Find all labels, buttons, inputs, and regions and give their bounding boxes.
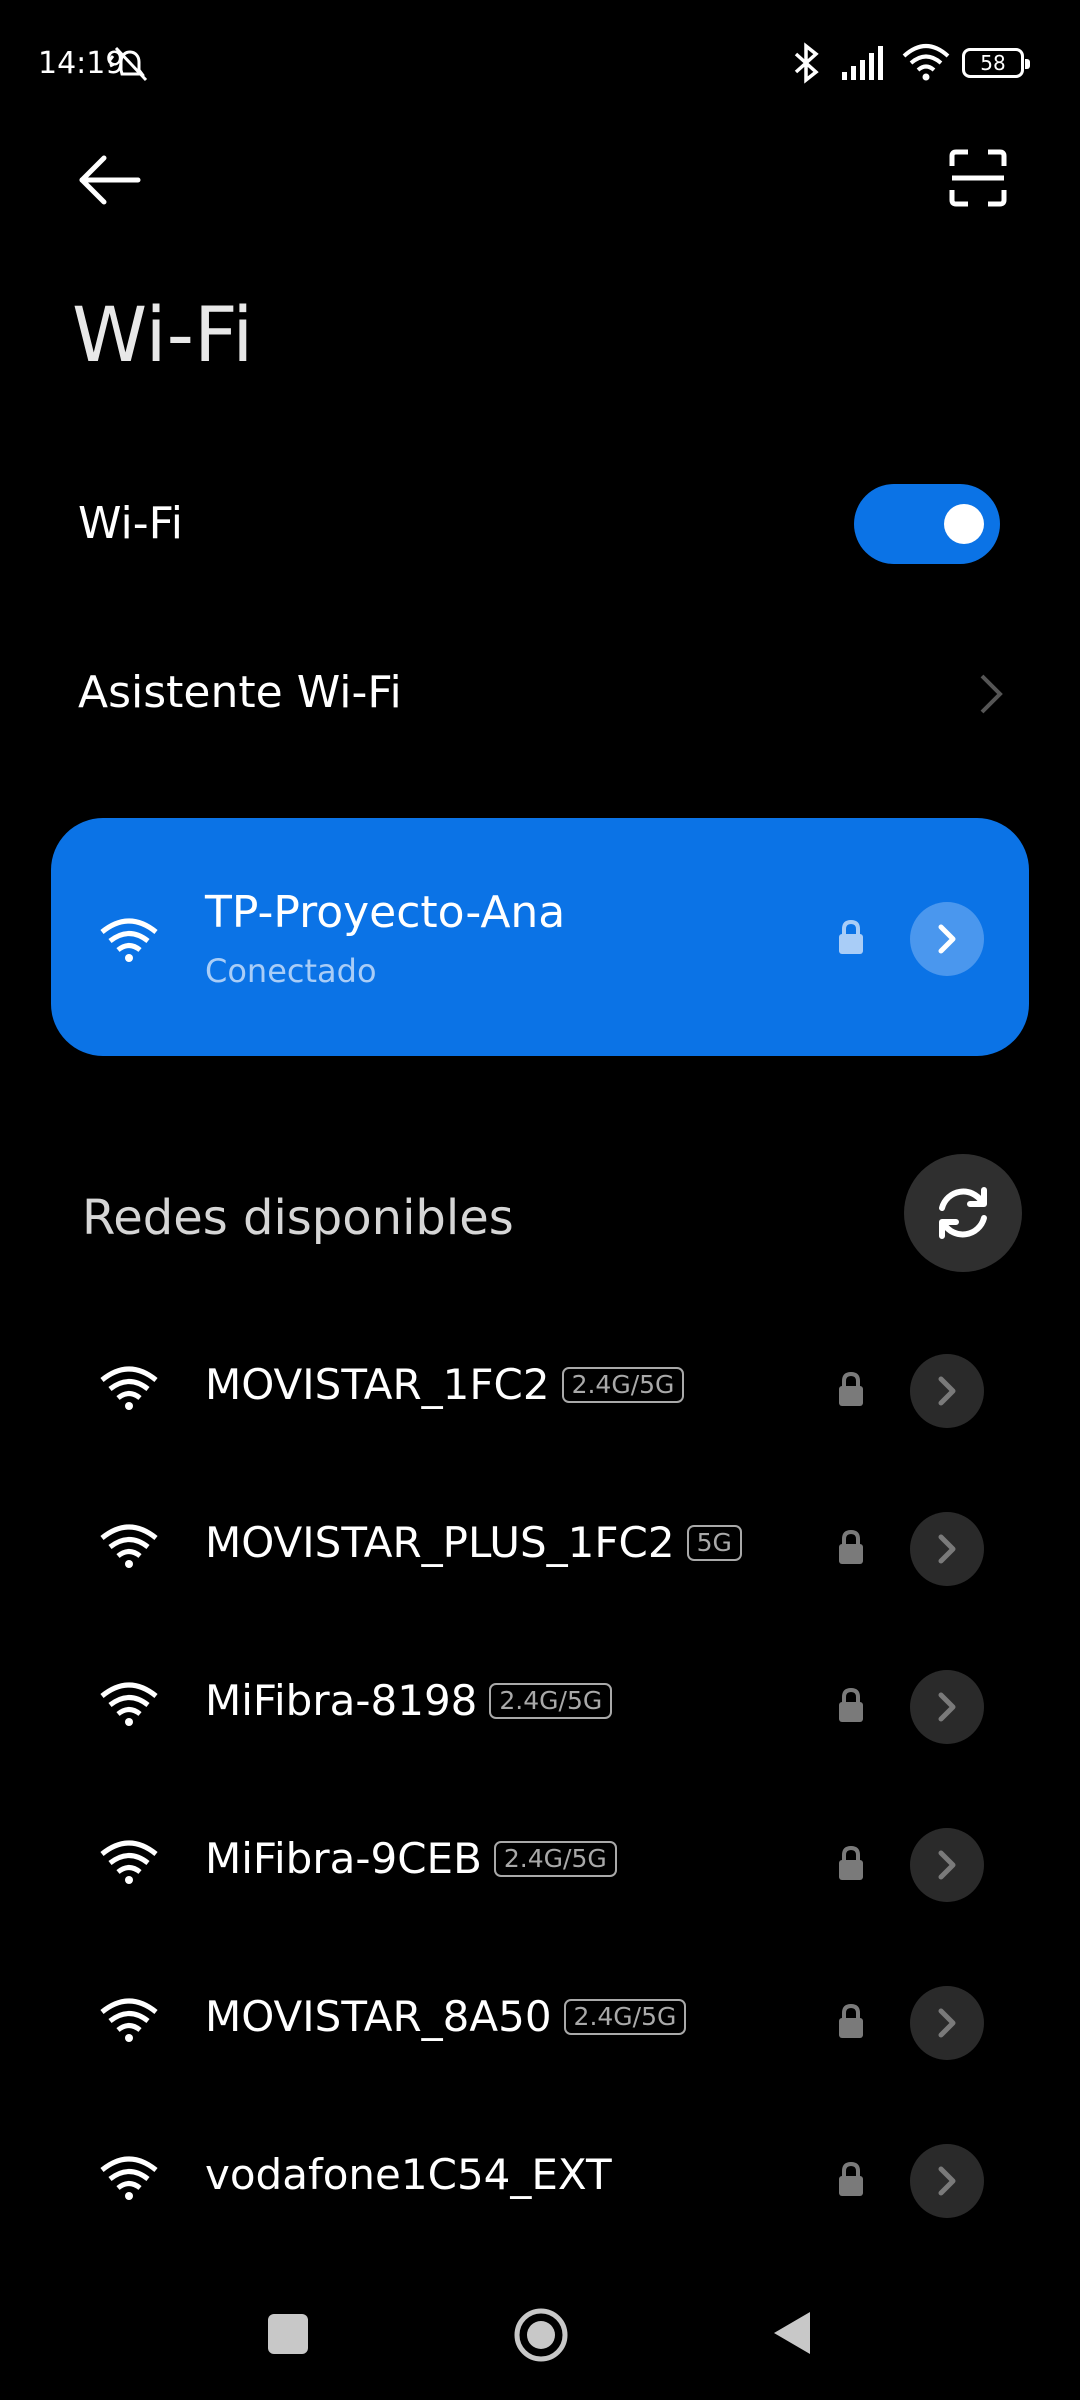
wifi-icon (100, 918, 158, 962)
network-row[interactable]: MOVISTAR_1FC2 2.4G/5G (0, 1330, 1080, 1450)
back-arrow-icon[interactable] (74, 150, 144, 210)
network-ssid: MOVISTAR_PLUS_1FC2 (205, 1518, 675, 1567)
lock-icon (836, 2160, 866, 2202)
network-row[interactable]: MOVISTAR_PLUS_1FC2 5G (0, 1488, 1080, 1608)
network-ssid: vodafone1C54_EXT (205, 2150, 612, 2199)
network-ssid: MiFibra-8198 (205, 1676, 478, 1725)
connected-network-status: Conectado (205, 952, 377, 990)
wifi-toggle-label: Wi-Fi (78, 498, 183, 549)
network-details-button[interactable] (910, 1828, 984, 1902)
band-badge: 2.4G/5G (493, 1840, 617, 1877)
battery-icon: 58 (962, 48, 1030, 78)
lock-icon (836, 1528, 866, 1570)
band-badge: 5G (686, 1524, 742, 1561)
network-row[interactable]: MiFibra-9CEB 2.4G/5G (0, 1804, 1080, 1924)
scan-icon[interactable] (948, 148, 1008, 208)
chevron-right-icon (938, 924, 956, 954)
nav-back-icon[interactable] (770, 2308, 814, 2358)
network-details-button[interactable] (910, 1354, 984, 1428)
nav-recents-icon[interactable] (268, 2314, 308, 2354)
network-name: MOVISTAR_8A50 2.4G/5G (205, 1992, 687, 2041)
band-badge: 2.4G/5G (563, 1998, 687, 2035)
network-details-button[interactable] (910, 1670, 984, 1744)
page-title: Wi-Fi (72, 290, 254, 379)
wifi-icon (98, 1996, 160, 2048)
lock-icon (836, 1686, 866, 1728)
wifi-icon (98, 1522, 160, 1574)
band-badge: 2.4G/5G (489, 1682, 613, 1719)
wifi-icon (98, 2154, 160, 2206)
connected-network-name: TP-Proyecto-Ana (205, 887, 566, 938)
wifi-icon (902, 44, 950, 81)
nav-home-icon[interactable] (512, 2306, 570, 2364)
network-name: vodafone1C54_EXT (205, 2150, 612, 2199)
network-details-button[interactable] (910, 1512, 984, 1586)
network-row[interactable]: vodafone1C54_EXT (0, 2120, 1080, 2240)
wifi-toggle[interactable] (854, 484, 1000, 564)
toggle-knob (944, 504, 984, 544)
network-name: MiFibra-9CEB 2.4G/5G (205, 1834, 617, 1883)
refresh-button[interactable] (904, 1154, 1022, 1272)
lock-icon (836, 2002, 866, 2044)
network-ssid: MOVISTAR_1FC2 (205, 1360, 550, 1409)
network-row[interactable]: MiFibra-8198 2.4G/5G (0, 1646, 1080, 1766)
available-networks-title: Redes disponibles (82, 1190, 514, 1246)
wifi-icon (98, 1838, 160, 1890)
lock-icon (839, 919, 863, 954)
network-details-button[interactable] (910, 1986, 984, 2060)
wifi-icon (98, 1364, 160, 1416)
network-ssid: MiFibra-9CEB (205, 1834, 482, 1883)
network-details-button[interactable] (910, 902, 984, 976)
bluetooth-icon (794, 42, 819, 84)
network-name: MiFibra-8198 2.4G/5G (205, 1676, 613, 1725)
network-name: MOVISTAR_PLUS_1FC2 5G (205, 1518, 742, 1567)
wifi-icon (98, 1680, 160, 1732)
mute-icon (108, 46, 148, 82)
network-details-button[interactable] (910, 2144, 984, 2218)
network-row[interactable]: MOVISTAR_8A50 2.4G/5G (0, 1962, 1080, 2082)
wifi-assistant-item[interactable]: Asistente Wi-Fi (78, 667, 402, 718)
network-name: MOVISTAR_1FC2 2.4G/5G (205, 1360, 685, 1409)
band-badge: 2.4G/5G (561, 1366, 685, 1403)
lock-icon (836, 1844, 866, 1886)
network-ssid: MOVISTAR_8A50 (205, 1992, 552, 2041)
lock-icon (836, 1370, 866, 1412)
signal-icon (842, 46, 883, 80)
chevron-right-icon (980, 674, 1003, 714)
refresh-icon (939, 1187, 987, 1239)
